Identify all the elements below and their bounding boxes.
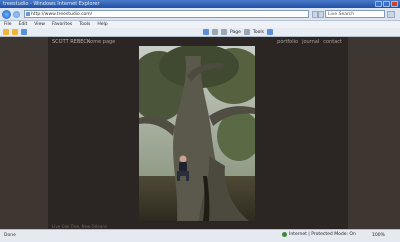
site-panel: SCOTT REBECK home page portfolio journal… — [48, 37, 348, 229]
site-title[interactable]: SCOTT REBECK — [52, 39, 90, 45]
tree-photo-image — [139, 46, 255, 221]
window-title: treestudio - Windows Internet Explorer — [3, 1, 100, 7]
menu-tools[interactable]: Tools — [79, 21, 90, 28]
nav-journal[interactable]: journal — [302, 39, 319, 45]
home-icon[interactable] — [203, 29, 209, 35]
add-favorite-icon[interactable] — [12, 29, 18, 35]
stop-button[interactable] — [318, 11, 324, 18]
close-button[interactable] — [391, 1, 398, 7]
window-controls — [375, 1, 398, 7]
zoom-level[interactable]: 100% — [372, 233, 385, 238]
navigation-bar: http://www.treestudio.com/ Live Search — [0, 8, 400, 21]
minimize-button[interactable] — [375, 1, 382, 7]
home-link[interactable]: home page — [87, 39, 115, 45]
favorites-star-icon[interactable] — [3, 29, 9, 35]
search-button[interactable] — [387, 11, 395, 18]
menu-bar: File Edit View Favorites Tools Help — [0, 21, 400, 28]
window-titlebar: treestudio - Windows Internet Explorer — [0, 0, 400, 8]
status-bar: Done Internet | Protected Mode: On 100% — [0, 229, 400, 242]
command-toolbar: Page Tools — [0, 28, 400, 37]
page-menu[interactable]: Page — [230, 30, 241, 35]
globe-icon — [282, 232, 287, 237]
tools-icon[interactable] — [243, 29, 250, 35]
forward-button[interactable] — [13, 10, 20, 18]
tab-icon[interactable] — [21, 29, 27, 35]
back-button[interactable] — [2, 9, 11, 19]
maximize-button[interactable] — [383, 1, 390, 7]
tree-photo — [139, 46, 255, 221]
feeds-icon[interactable] — [212, 29, 218, 35]
address-bar[interactable]: http://www.treestudio.com/ — [24, 10, 309, 18]
nav-contact[interactable]: contact — [323, 39, 342, 45]
menu-favorites[interactable]: Favorites — [52, 21, 72, 28]
zone-text: Internet | Protected Mode: On — [289, 232, 356, 237]
menu-file[interactable]: File — [4, 21, 12, 28]
menu-edit[interactable]: Edit — [19, 21, 28, 28]
menu-help[interactable]: Help — [97, 21, 107, 28]
search-input[interactable]: Live Search — [325, 10, 385, 18]
search-placeholder: Live Search — [328, 12, 355, 17]
site-nav: portfolio journal contact — [277, 39, 342, 45]
favicon-icon — [26, 12, 30, 16]
menu-view[interactable]: View — [34, 21, 45, 28]
page-content: SCOTT REBECK home page portfolio journal… — [0, 37, 400, 229]
print-icon[interactable] — [221, 29, 227, 35]
status-text: Done — [4, 233, 16, 238]
address-url: http://www.treestudio.com/ — [31, 12, 93, 17]
security-zone[interactable]: Internet | Protected Mode: On — [282, 232, 356, 237]
tools-menu[interactable]: Tools — [253, 30, 264, 35]
nav-portfolio[interactable]: portfolio — [277, 39, 298, 45]
help-icon[interactable] — [267, 29, 273, 35]
